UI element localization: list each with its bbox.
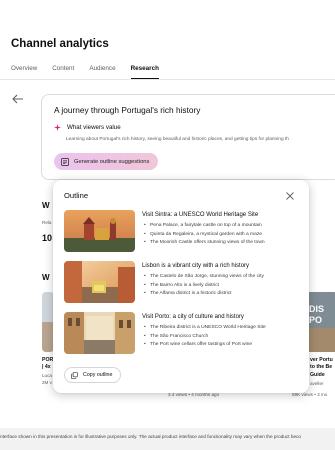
bg-right-caption-2: to the Be — [310, 364, 333, 370]
research-topic-title: A journey through Portugal's rich histor… — [54, 105, 201, 115]
outline-bullet: Quinta da Regaleira, a mystical garden w… — [142, 231, 265, 240]
tab-overview[interactable]: Overview — [11, 65, 37, 79]
back-arrow-icon[interactable] — [12, 94, 24, 104]
outline-item-bullets: The Castelo de São Jorge, stunning views… — [142, 273, 264, 299]
lisbon-thumbnail — [64, 261, 135, 303]
svg-text:PO: PO — [309, 315, 322, 325]
page-title: Channel analytics — [11, 38, 109, 50]
porto-thumbnail — [64, 312, 135, 354]
outline-item[interactable]: Visit Porto: a city of culture and histo… — [64, 312, 304, 354]
bg-video-thumbnail-right[interactable]: DIS PO — [306, 292, 335, 352]
outline-bullet: The São Francisco Church — [142, 333, 266, 342]
sintra-thumbnail — [64, 210, 135, 252]
analytics-tabs: Overview Content Audience Research — [11, 65, 174, 79]
bg-right-caption-1: ver Portu — [310, 357, 333, 363]
close-icon[interactable] — [286, 192, 294, 200]
bg-left-caption-2: | 4x — [42, 364, 51, 370]
bg-left-caption-1: POR — [42, 357, 54, 363]
outline-item-heading: Visit Sintra: a UNESCO World Heritage Si… — [142, 212, 259, 218]
outline-bullet: The Alfama district is a historic distri… — [142, 290, 264, 299]
viewers-value-row: What viewers value — [54, 124, 121, 131]
tabs-divider — [0, 79, 335, 80]
bg-left-caption-4: 2M v — [42, 380, 52, 385]
copy-outline-label: Copy outline — [83, 372, 113, 378]
generate-outline-button[interactable]: Generate outline suggestions — [54, 153, 159, 170]
outline-item[interactable]: Lisbon is a vibrant city with a rich his… — [64, 261, 304, 303]
outline-bullet: The Ribeira district is a UNESCO World H… — [142, 324, 266, 333]
tab-audience[interactable]: Audience — [89, 65, 115, 79]
outline-item-heading: Lisbon is a vibrant city with a rich his… — [142, 263, 250, 269]
disclaimer-text: nterface shown in this presentation is f… — [0, 434, 302, 439]
bg-section-heading-1: W — [42, 201, 50, 210]
outline-item[interactable]: Visit Sintra: a UNESCO World Heritage Si… — [64, 210, 304, 252]
outline-item-heading: Visit Porto: a city of culture and histo… — [142, 314, 244, 320]
copy-icon — [71, 371, 78, 379]
svg-text:DIS: DIS — [309, 304, 324, 314]
outline-item-bullets: Pena Palace, a fairytale castle on top o… — [142, 222, 265, 248]
outline-bullet: The Castelo de São Jorge, stunning views… — [142, 273, 264, 282]
bg-left-caption-3: Luca — [42, 373, 52, 378]
tab-research[interactable]: Research — [130, 65, 159, 79]
bg-right-caption-3: Guide — [310, 372, 325, 378]
outline-bullet: The Bairro Alto is a lively district — [142, 282, 264, 291]
outline-generate-icon — [61, 157, 69, 166]
viewers-value-description: Learning about Portugal's rich history, … — [66, 137, 289, 142]
bg-right-caption-4: aveller — [310, 381, 324, 386]
tab-content[interactable]: Content — [52, 65, 74, 79]
viewers-value-label: What viewers value — [67, 124, 121, 131]
outline-bullet: Pena Palace, a fairytale castle on top o… — [142, 222, 265, 231]
analytics-page: Channel analytics Overview Content Audie… — [0, 0, 335, 428]
outline-title: Outline — [64, 191, 89, 200]
bg-stat-value: 10 — [42, 233, 53, 243]
bg-related-label: Rela — [42, 220, 52, 225]
outline-item-bullets: The Ribeira district is a UNESCO World H… — [142, 324, 266, 350]
copy-outline-button[interactable]: Copy outline — [64, 367, 122, 383]
generate-outline-label: Generate outline suggestions — [74, 158, 150, 165]
sparkle-icon — [54, 124, 61, 131]
bg-section-heading-2: W — [42, 273, 50, 282]
outline-bullet: The Moorish Castle offers stunning views… — [142, 239, 265, 248]
outline-bullet: The Port wine cellars offer tastings of … — [142, 341, 266, 350]
outline-dialog: Outline Visit Sintra: a UNESCO World Her… — [53, 180, 309, 393]
research-topic-card: A journey through Portugal's rich histor… — [41, 94, 335, 180]
